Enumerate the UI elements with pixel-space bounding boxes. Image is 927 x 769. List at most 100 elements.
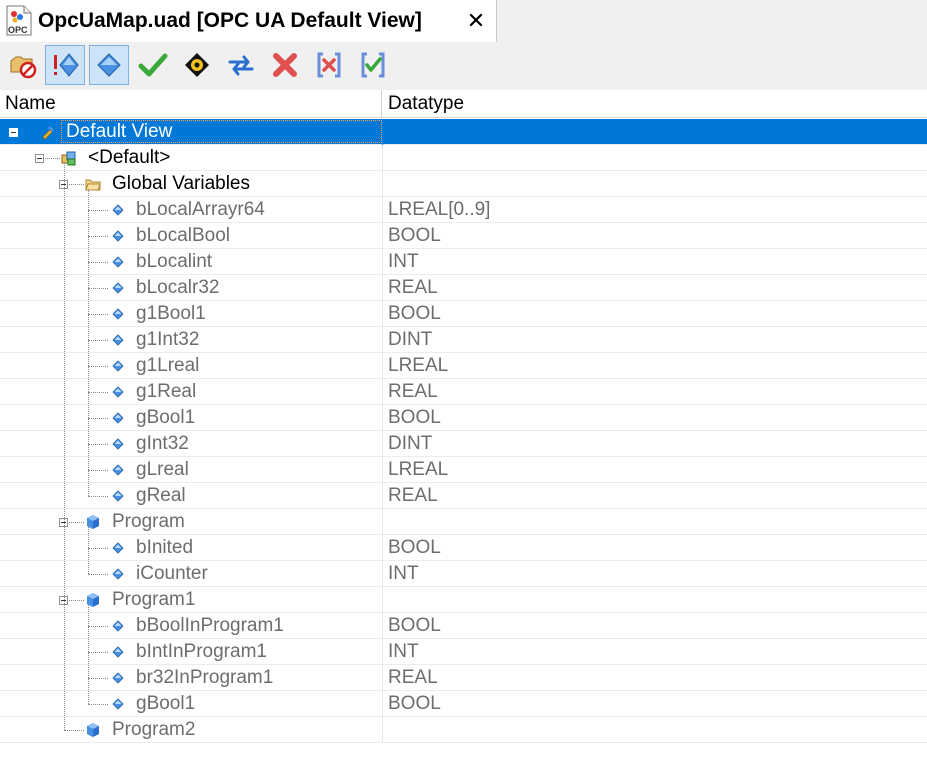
collapse-toggle[interactable] — [35, 154, 44, 163]
variable-diamond-icon — [110, 618, 126, 634]
node-label: gBool1 — [136, 407, 196, 428]
sync-button[interactable] — [221, 45, 261, 85]
tree-row[interactable]: Program2 — [0, 717, 927, 743]
tree-line — [88, 626, 108, 627]
tree-row[interactable]: Program1 — [0, 587, 927, 613]
node-label: gInt32 — [136, 433, 189, 454]
target-button[interactable] — [177, 45, 217, 85]
node-label: br32InProgram1 — [136, 667, 274, 688]
tree-row[interactable]: g1Bool1 BOOL — [0, 301, 927, 327]
view-icon — [40, 124, 56, 140]
variable-diamond-icon — [110, 254, 126, 270]
tree-line — [88, 496, 108, 497]
node-label: bBoolInProgram1 — [136, 615, 284, 636]
column-separator — [382, 405, 383, 431]
tree-line — [88, 210, 108, 211]
node-label: g1Bool1 — [136, 303, 206, 324]
tree-line — [88, 366, 108, 367]
node-label: bLocalBool — [136, 225, 231, 246]
tree-line — [88, 444, 108, 445]
tree-line — [88, 392, 108, 393]
check-button[interactable] — [133, 45, 173, 85]
node-label: Program — [112, 511, 185, 532]
column-separator — [382, 639, 383, 665]
tree-row[interactable]: gLreal LREAL — [0, 457, 927, 483]
diamond-filter-icon — [97, 53, 121, 77]
node-datatype: DINT — [388, 329, 433, 350]
tree-line — [88, 470, 108, 471]
tree-line — [88, 574, 108, 575]
disable-icon — [10, 56, 37, 79]
column-separator — [382, 145, 383, 171]
tree-row[interactable]: <Default> — [0, 145, 927, 171]
column-separator — [382, 691, 383, 717]
tree-row[interactable]: Global Variables — [0, 171, 927, 197]
column-separator — [382, 587, 383, 613]
node-label: g1Int32 — [136, 329, 200, 350]
tree-line — [64, 730, 84, 731]
node-datatype: BOOL — [388, 303, 441, 324]
node-datatype: REAL — [388, 277, 438, 298]
tree-line — [69, 522, 84, 523]
tree-row[interactable]: g1Lreal LREAL — [0, 353, 927, 379]
node-label: Program2 — [112, 719, 196, 740]
tree-row[interactable]: bLocalArrayr64 LREAL[0..9] — [0, 197, 927, 223]
deselect-all-button[interactable] — [309, 45, 349, 85]
tree-row[interactable]: gReal REAL — [0, 483, 927, 509]
column-separator — [382, 327, 383, 353]
opc-document-icon: OPC — [6, 5, 32, 36]
column-separator — [382, 665, 383, 691]
tree-row[interactable]: gBool1 BOOL — [0, 405, 927, 431]
node-label: gReal — [136, 485, 186, 506]
tree-row[interactable]: Default View — [0, 119, 927, 145]
column-datatype-header[interactable]: Datatype — [383, 90, 927, 118]
tree-row[interactable]: bLocalint INT — [0, 249, 927, 275]
variable-diamond-icon — [110, 410, 126, 426]
select-all-button[interactable] — [353, 45, 393, 85]
tab-title: OpcUaMap.uad [OPC UA Default View] — [38, 9, 422, 32]
variable-diamond-icon — [110, 540, 126, 556]
column-separator — [382, 119, 383, 145]
node-datatype: BOOL — [388, 407, 441, 428]
tree-line — [88, 548, 108, 549]
tree-row[interactable]: Program — [0, 509, 927, 535]
node-datatype: LREAL — [388, 355, 449, 376]
show-errors-button[interactable] — [45, 45, 85, 85]
tree-row[interactable]: gInt32 DINT — [0, 431, 927, 457]
disable-button[interactable] — [3, 45, 43, 85]
tree-row[interactable]: iCounter INT — [0, 561, 927, 587]
column-separator — [382, 613, 383, 639]
column-name-header[interactable]: Name — [0, 90, 382, 118]
tree-row[interactable]: g1Int32 DINT — [0, 327, 927, 353]
node-label: g1Real — [136, 381, 197, 402]
tree-line — [69, 600, 84, 601]
show-errors-icon — [54, 53, 79, 77]
diamond-filter-button[interactable] — [89, 45, 129, 85]
node-datatype: BOOL — [388, 225, 441, 246]
column-separator — [382, 353, 383, 379]
column-separator — [382, 457, 383, 483]
column-separator — [382, 483, 383, 509]
tree-line — [45, 158, 60, 159]
tree-row[interactable]: bInited BOOL — [0, 535, 927, 561]
node-label: gBool1 — [136, 693, 196, 714]
tree-row[interactable]: bIntInProgram1 INT — [0, 639, 927, 665]
tree-row[interactable]: bLocalr32 REAL — [0, 275, 927, 301]
tree-row[interactable]: bBoolInProgram1 BOOL — [0, 613, 927, 639]
tree-row[interactable]: bLocalBool BOOL — [0, 223, 927, 249]
collapse-toggle[interactable] — [9, 128, 18, 137]
column-separator — [382, 249, 383, 275]
column-separator — [382, 171, 383, 197]
node-datatype: LREAL — [388, 459, 449, 480]
tree-row[interactable]: br32InProgram1 REAL — [0, 665, 927, 691]
delete-button[interactable] — [265, 45, 305, 85]
tree-row[interactable]: g1Real REAL — [0, 379, 927, 405]
tree-view[interactable]: Default View <Default> Global Variables bLo… — [0, 119, 927, 769]
tree-line — [88, 605, 89, 704]
tree-row[interactable]: gBool1 BOOL — [0, 691, 927, 717]
document-tab[interactable]: OPC OpcUaMap.uad [OPC UA Default View] ✕ — [0, 0, 497, 42]
node-label: Program1 — [112, 589, 196, 610]
close-icon[interactable]: ✕ — [462, 6, 490, 36]
variable-diamond-icon — [110, 384, 126, 400]
tab-strip: OPC OpcUaMap.uad [OPC UA Default View] ✕ — [0, 0, 927, 42]
